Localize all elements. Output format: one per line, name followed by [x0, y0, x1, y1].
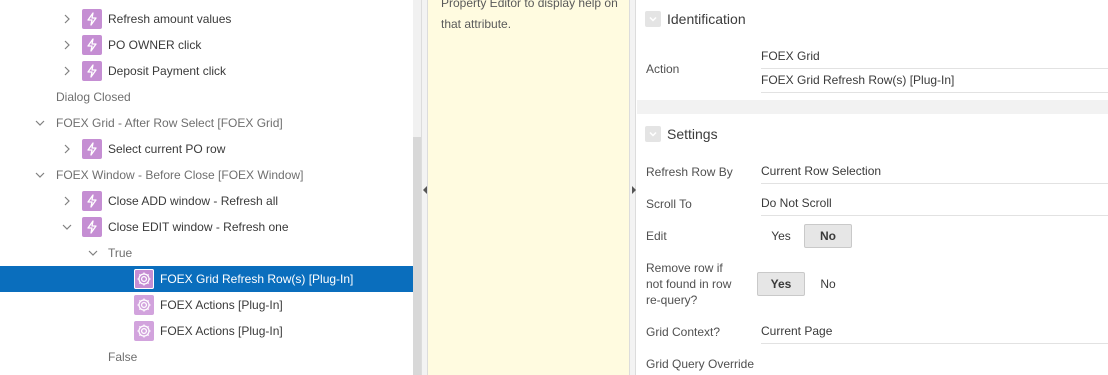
- help-panel: Property Editor to display help on that …: [428, 0, 629, 375]
- tree-node[interactable]: Close EDIT window - Refresh one: [0, 214, 413, 240]
- gear-icon: [134, 269, 154, 289]
- chevron-right-icon[interactable]: [61, 65, 73, 77]
- tree-node-label: FOEX Grid - After Row Select [FOEX Grid]: [56, 116, 283, 130]
- tree-node-label: PO OWNER click: [108, 38, 202, 52]
- field-underline: [761, 343, 1108, 344]
- tree-node-label: Close ADD window - Refresh all: [108, 194, 279, 208]
- lightning-icon: [82, 191, 102, 211]
- tree-node-label: FOEX Actions [Plug-In]: [160, 298, 283, 312]
- property-label: Edit: [646, 229, 667, 243]
- property-label: Remove row if: [646, 261, 723, 275]
- tree-node-label: Deposit Payment click: [108, 64, 227, 78]
- action-value[interactable]: FOEX Grid Refresh Row(s) [Plug-In]: [761, 73, 954, 87]
- field-underline: [761, 183, 1108, 184]
- tree-node[interactable]: Dialog Closed: [0, 84, 413, 110]
- chevron-down-icon[interactable]: [87, 247, 99, 259]
- property-label: not found in row: [646, 277, 732, 291]
- tree-node[interactable]: Deposit Payment click: [0, 58, 413, 84]
- tree-node[interactable]: Refresh amount values: [0, 6, 413, 32]
- lightning-icon: [82, 139, 102, 159]
- tree-scrollbar-thumb[interactable]: [413, 137, 421, 375]
- group-separator: [637, 100, 1108, 114]
- lightning-icon: [82, 61, 102, 81]
- tree-node-label: False: [108, 350, 138, 364]
- edit-no-button[interactable]: No: [804, 224, 852, 248]
- property-label: Scroll To: [646, 197, 692, 211]
- chevron-down-icon[interactable]: [645, 11, 661, 27]
- tree-node[interactable]: FOEX Window - Before Close [FOEX Window]: [0, 162, 413, 188]
- lightning-icon: [82, 35, 102, 55]
- collapse-right-icon[interactable]: [632, 186, 636, 194]
- right-splitter[interactable]: [629, 0, 636, 375]
- tree-node-selected[interactable]: FOEX Grid Refresh Row(s) [Plug-In]: [0, 266, 413, 292]
- group-title: Identification: [667, 11, 746, 27]
- group-title: Settings: [667, 126, 718, 142]
- tree-node[interactable]: FOEX Actions [Plug-In]: [0, 292, 413, 318]
- chevron-down-icon[interactable]: [34, 117, 46, 129]
- tree-node-label: FOEX Grid Refresh Row(s) [Plug-In]: [160, 272, 354, 286]
- tree-node-label: True: [108, 246, 133, 260]
- property-editor: Identification Action FOEX Grid FOEX Gri…: [637, 0, 1108, 375]
- tree-node-label: FOEX Window - Before Close [FOEX Window]: [56, 168, 304, 182]
- property-label: Grid Query Override: [646, 357, 755, 371]
- tree-node-label: Select current PO row: [108, 142, 226, 156]
- tree-node-label: FOEX Actions [Plug-In]: [160, 324, 283, 338]
- chevron-right-icon[interactable]: [61, 39, 73, 51]
- collapse-left-icon[interactable]: [423, 186, 427, 194]
- action-type-value[interactable]: FOEX Grid: [761, 49, 820, 63]
- tree-node-label: Close EDIT window - Refresh one: [108, 220, 289, 234]
- chevron-down-icon[interactable]: [34, 169, 46, 181]
- help-text: Property Editor to display help on that …: [441, 0, 618, 31]
- property-label: re-query?: [646, 293, 698, 307]
- gear-icon: [134, 295, 154, 315]
- tree-node[interactable]: FOEX Actions [Plug-In]: [0, 318, 413, 344]
- scroll-to-select[interactable]: Do Not Scroll: [761, 196, 832, 210]
- lightning-icon: [82, 217, 102, 237]
- tree-node[interactable]: False: [0, 344, 413, 370]
- edit-yes-button[interactable]: Yes: [761, 224, 801, 248]
- tree-node[interactable]: FOEX Grid - After Row Select [FOEX Grid]: [0, 110, 413, 136]
- chevron-down-icon[interactable]: [61, 221, 73, 233]
- grid-context-select[interactable]: Current Page: [761, 324, 832, 338]
- group-header-identification[interactable]: Identification: [637, 2, 1108, 36]
- field-underline: [761, 68, 1108, 69]
- tree-node-label: Refresh amount values: [108, 12, 232, 26]
- refresh-row-by-select[interactable]: Current Row Selection: [761, 164, 881, 178]
- property-label: Refresh Row By: [646, 165, 733, 179]
- chevron-right-icon[interactable]: [61, 13, 73, 25]
- remove-row-no-button[interactable]: No: [809, 272, 847, 296]
- remove-row-yes-button[interactable]: Yes: [757, 272, 805, 296]
- tree-node-label: Dialog Closed: [56, 90, 131, 104]
- tree-node[interactable]: True: [0, 240, 413, 266]
- chevron-right-icon[interactable]: [61, 195, 73, 207]
- group-header-settings[interactable]: Settings: [637, 117, 1108, 151]
- chevron-right-icon[interactable]: [61, 143, 73, 155]
- field-underline: [761, 92, 1108, 93]
- property-label: Grid Context?: [646, 325, 721, 339]
- tree-node[interactable]: Close ADD window - Refresh all: [0, 188, 413, 214]
- gear-icon: [134, 321, 154, 341]
- chevron-down-icon[interactable]: [645, 126, 661, 142]
- property-label: Action: [646, 62, 680, 76]
- lightning-icon: [82, 9, 102, 29]
- tree-panel: Refresh amount values PO OWNER click Dep…: [0, 0, 413, 375]
- field-underline: [761, 215, 1108, 216]
- tree-node[interactable]: Select current PO row: [0, 136, 413, 162]
- left-splitter[interactable]: [421, 0, 428, 375]
- tree-node[interactable]: PO OWNER click: [0, 32, 413, 58]
